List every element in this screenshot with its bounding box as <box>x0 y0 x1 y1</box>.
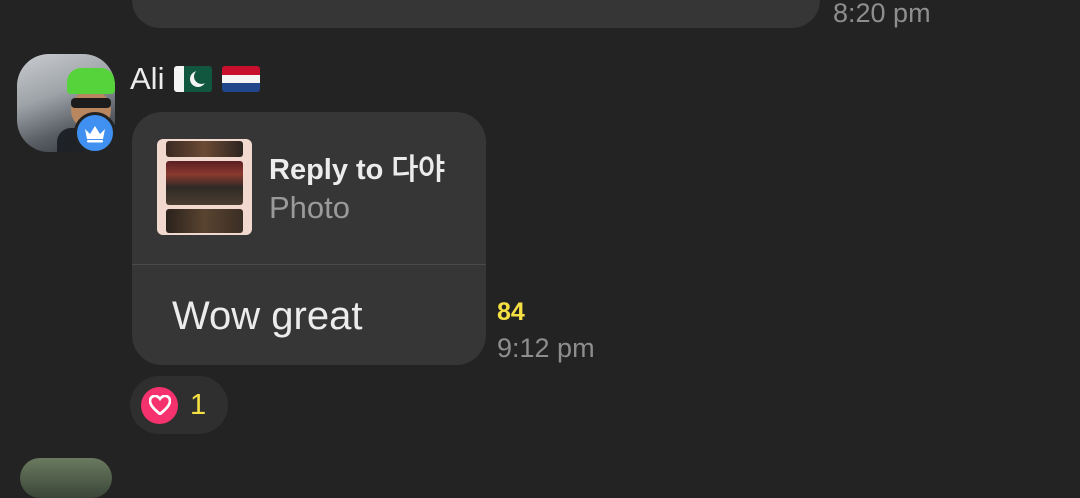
heart-icon <box>141 386 178 424</box>
message-text: Wow great <box>172 294 363 338</box>
reply-preview[interactable]: Reply to 다야 Photo <box>132 112 486 264</box>
crown-icon <box>74 112 116 154</box>
message-bubble[interactable]: Reply to 다야 Photo Wow great <box>132 112 486 365</box>
sender-name[interactable]: Ali <box>130 61 164 97</box>
reply-subtitle: Photo <box>269 190 351 225</box>
previous-message-time: 8:20 pm <box>833 0 931 28</box>
reaction-chip[interactable]: 1 <box>130 376 228 434</box>
reply-photo-thumbnail <box>157 139 252 235</box>
message-time: 9:12 pm <box>497 333 595 363</box>
next-sender-avatar[interactable] <box>20 458 112 498</box>
divider <box>132 264 486 265</box>
pakistan-flag-icon <box>174 66 213 92</box>
sender-header: Ali <box>130 59 261 99</box>
unread-count: 84 <box>497 298 525 326</box>
reaction-count: 1 <box>190 388 207 421</box>
netherlands-flag-icon <box>222 66 261 92</box>
reply-title: Reply to 다야 <box>269 154 445 186</box>
previous-message-bubble[interactable] <box>132 0 820 28</box>
